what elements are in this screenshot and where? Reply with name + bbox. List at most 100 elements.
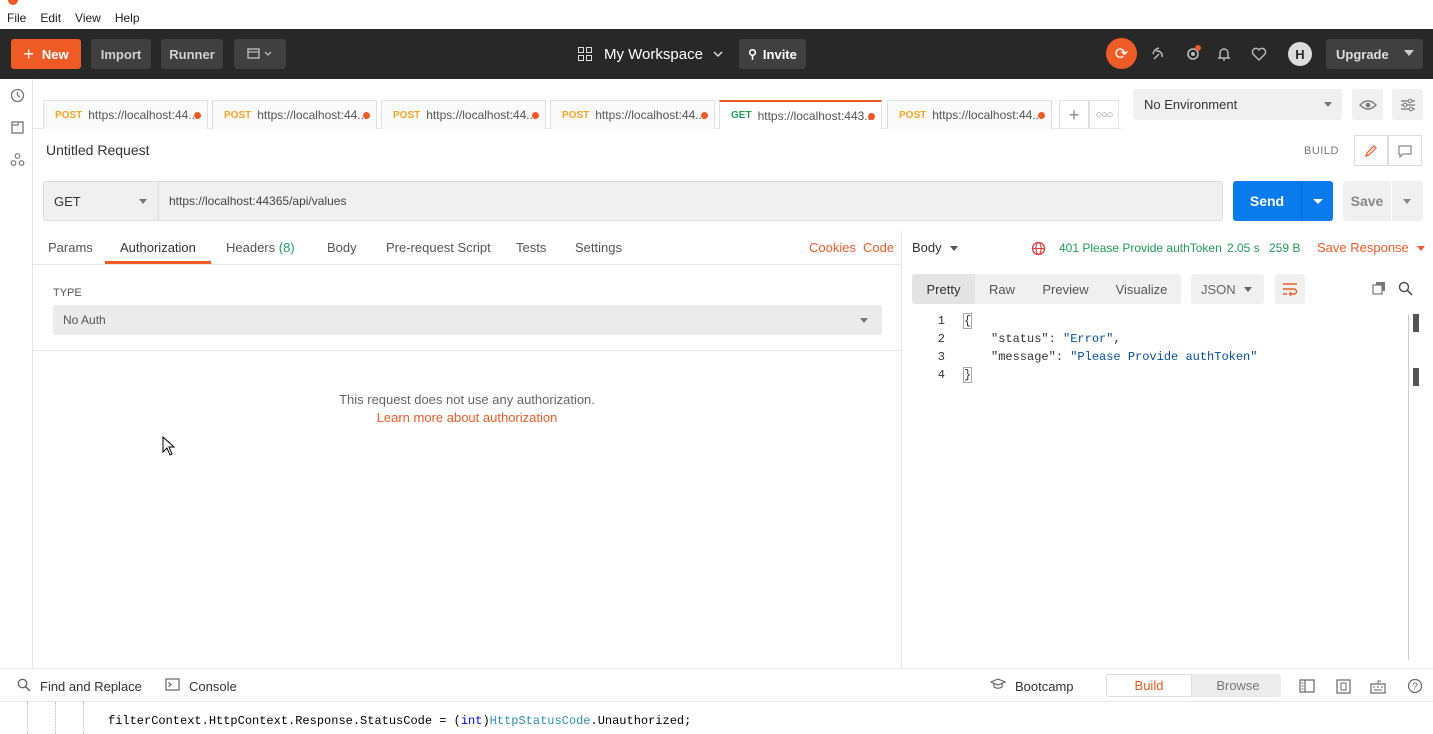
request-tab[interactable]: POST https://localhost:44... bbox=[212, 100, 377, 129]
unsaved-dot-icon bbox=[194, 112, 201, 119]
wrap-lines-icon[interactable] bbox=[1275, 274, 1305, 304]
history-icon[interactable] bbox=[9, 87, 25, 103]
request-tab[interactable]: POST https://localhost:44... bbox=[550, 100, 715, 129]
response-time[interactable]: 2.05 s bbox=[1227, 241, 1260, 255]
layout-icon[interactable] bbox=[1334, 677, 1352, 695]
learn-more-auth-link-text[interactable]: Learn more about authorization bbox=[377, 410, 558, 425]
auth-type-label: TYPE bbox=[53, 287, 82, 299]
manage-environments-icon[interactable] bbox=[1392, 89, 1423, 120]
json-key: "status" bbox=[991, 332, 1049, 346]
svg-text:?: ? bbox=[1412, 682, 1418, 693]
network-globe-icon[interactable] bbox=[1030, 240, 1046, 256]
tab-headers[interactable]: Headers (8) bbox=[226, 240, 295, 255]
tab-params[interactable]: Params bbox=[48, 240, 93, 255]
add-tab-button[interactable]: + bbox=[1059, 100, 1089, 129]
notification-bell-icon[interactable] bbox=[1213, 43, 1235, 65]
comments-icon[interactable] bbox=[1388, 135, 1422, 166]
http-method-value: GET bbox=[54, 193, 81, 209]
collections-icon[interactable] bbox=[9, 119, 25, 135]
edit-pencil-icon[interactable] bbox=[1354, 135, 1388, 166]
menu-file[interactable]: File bbox=[7, 11, 26, 25]
bootcamp-label: Bootcamp bbox=[1015, 678, 1074, 694]
code-link[interactable]: Code bbox=[863, 240, 894, 255]
save-response-button[interactable]: Save Response bbox=[1317, 240, 1425, 255]
view-pretty[interactable]: Pretty bbox=[912, 274, 975, 304]
tab-body[interactable]: Body bbox=[327, 240, 357, 255]
view-raw[interactable]: Raw bbox=[975, 274, 1029, 304]
tab-authorization[interactable]: Authorization bbox=[120, 240, 196, 255]
upgrade-button[interactable]: Upgrade bbox=[1326, 39, 1423, 69]
code-keyword: int bbox=[460, 714, 483, 728]
response-body-select[interactable]: Body bbox=[912, 240, 958, 255]
tab-settings[interactable]: Settings bbox=[575, 240, 622, 255]
no-auth-message: This request does not use any authorizat… bbox=[339, 392, 595, 407]
request-tab[interactable]: POST https://localhost:44... bbox=[43, 100, 208, 129]
environment-select[interactable]: No Environment bbox=[1133, 89, 1342, 120]
view-preview[interactable]: Preview bbox=[1029, 274, 1102, 304]
build-mode-button[interactable]: Build bbox=[1106, 674, 1192, 697]
user-avatar[interactable]: H bbox=[1288, 42, 1312, 66]
bootcamp-button[interactable]: Bootcamp bbox=[989, 678, 1074, 694]
workspace-switcher[interactable]: My Workspace bbox=[578, 39, 725, 69]
save-button[interactable]: Save bbox=[1343, 181, 1391, 221]
search-icon[interactable] bbox=[1396, 279, 1414, 297]
request-title[interactable]: Untitled Request bbox=[46, 142, 150, 158]
divider bbox=[33, 350, 901, 351]
url-input[interactable] bbox=[158, 181, 1223, 221]
view-visualize[interactable]: Visualize bbox=[1102, 274, 1181, 304]
json-separator: : bbox=[1055, 350, 1071, 364]
http-method-select[interactable]: GET bbox=[43, 181, 158, 221]
keyboard-shortcuts-icon[interactable] bbox=[1369, 677, 1387, 695]
indent-guide bbox=[27, 702, 28, 734]
menu-view[interactable]: View bbox=[75, 11, 101, 25]
heart-icon[interactable] bbox=[1248, 43, 1270, 65]
find-replace-button[interactable]: Find and Replace bbox=[17, 678, 142, 695]
cookies-link[interactable]: Cookies bbox=[809, 240, 856, 255]
code-line: 1 { bbox=[912, 313, 1409, 332]
response-scroll-track[interactable] bbox=[1408, 314, 1409, 660]
environment-quicklook-eye-icon[interactable] bbox=[1352, 89, 1383, 120]
request-tab[interactable]: POST https://localhost:44... bbox=[381, 100, 546, 129]
response-body-code[interactable]: 1 { 2 "status": "Error", 3 "message": "P… bbox=[912, 313, 1409, 664]
tab-tests[interactable]: Tests bbox=[516, 240, 546, 255]
pane-divider[interactable] bbox=[901, 231, 902, 668]
send-button[interactable]: Send bbox=[1233, 181, 1301, 221]
tab-url: https://localhost:443... bbox=[757, 108, 875, 123]
apis-icon[interactable] bbox=[9, 151, 25, 167]
menu-edit[interactable]: Edit bbox=[40, 11, 61, 25]
satellite-icon[interactable] bbox=[1148, 43, 1170, 65]
response-scrollbar-marker[interactable] bbox=[1413, 368, 1419, 386]
auth-type-select[interactable]: No Auth bbox=[53, 305, 882, 335]
more-tabs-icon[interactable]: ○○○ bbox=[1089, 100, 1119, 129]
response-status[interactable]: 401 Please Provide authToken bbox=[1059, 241, 1222, 255]
runner-button[interactable]: Runner bbox=[161, 39, 223, 69]
json-value: "Please Provide authToken" bbox=[1070, 350, 1258, 364]
response-size[interactable]: 259 B bbox=[1269, 241, 1300, 255]
copy-icon[interactable] bbox=[1370, 279, 1388, 297]
response-body-label: Body bbox=[912, 240, 942, 255]
import-button[interactable]: Import bbox=[91, 39, 151, 69]
browse-mode-button[interactable]: Browse bbox=[1195, 674, 1281, 697]
sync-icon[interactable]: ⟳ bbox=[1106, 38, 1137, 69]
console-button[interactable]: Console bbox=[165, 678, 237, 694]
tab-method: POST bbox=[899, 109, 927, 121]
tab-prerequest-script[interactable]: Pre-request Script bbox=[386, 240, 491, 255]
request-tab[interactable]: POST https://localhost:44... bbox=[887, 100, 1052, 129]
console-icon bbox=[165, 678, 180, 694]
save-options-caret-icon[interactable] bbox=[1392, 181, 1423, 221]
caret-down-icon bbox=[1416, 246, 1425, 252]
invite-button[interactable]: ⚲ Invite bbox=[739, 39, 806, 69]
response-scrollbar-thumb[interactable] bbox=[1413, 314, 1419, 332]
settings-gear-icon[interactable] bbox=[1182, 43, 1204, 65]
request-tabs-bar: POST https://localhost:44... POST https:… bbox=[33, 79, 1121, 129]
menu-help[interactable]: Help bbox=[115, 11, 140, 25]
two-pane-view-icon[interactable] bbox=[1298, 677, 1316, 695]
send-options-caret-icon[interactable] bbox=[1301, 181, 1333, 221]
help-icon[interactable]: ? bbox=[1406, 677, 1424, 695]
request-tab-active[interactable]: GET https://localhost:443... bbox=[719, 100, 882, 129]
new-window-icon bbox=[247, 48, 272, 59]
new-window-button[interactable] bbox=[234, 39, 286, 69]
workspace-grid-icon bbox=[578, 47, 592, 61]
response-language-select[interactable]: JSON bbox=[1191, 274, 1264, 304]
new-button[interactable]: + New bbox=[11, 39, 81, 69]
